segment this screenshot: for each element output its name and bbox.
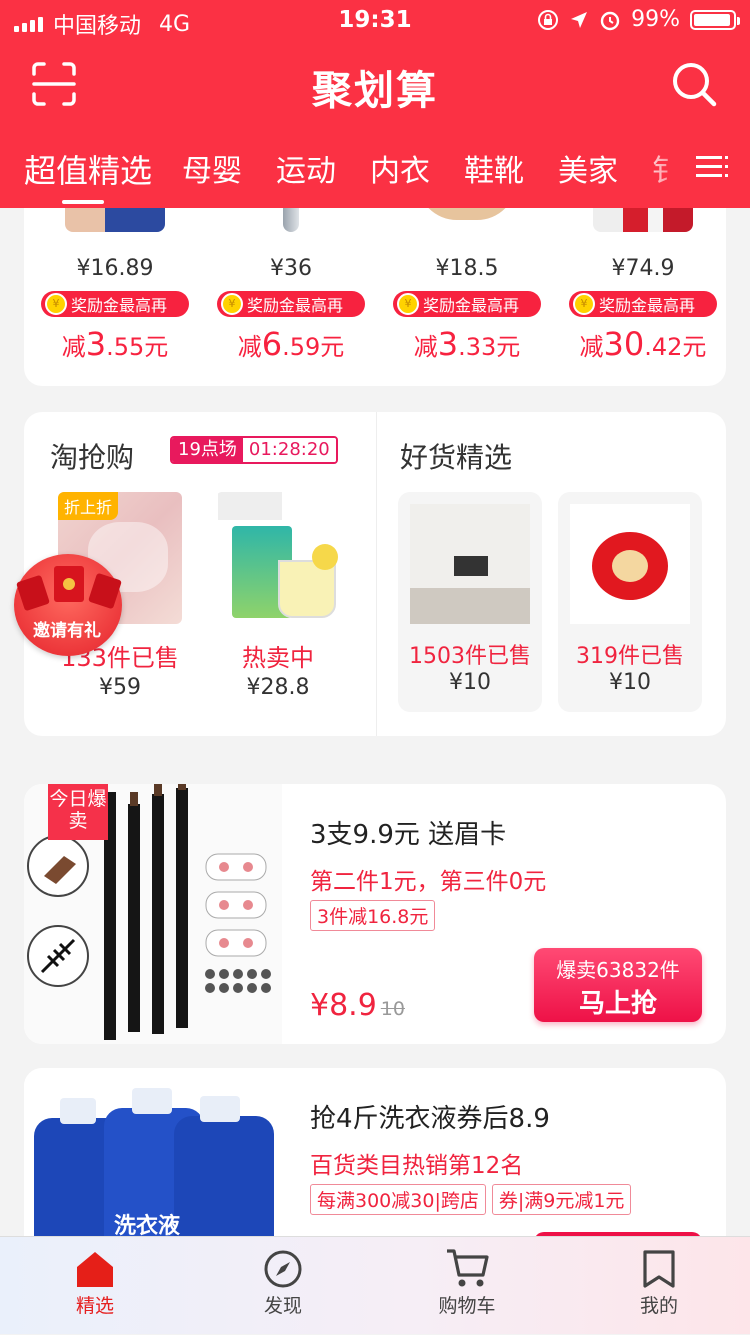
active-tab-indicator	[62, 200, 104, 204]
coin-icon: ¥	[221, 293, 243, 315]
rebate-amount: 减3.55元	[61, 325, 169, 363]
item-price: ¥28.8	[246, 675, 310, 700]
app-header: 聚划算	[0, 42, 750, 126]
taoqiang-item[interactable]: 热卖中 ¥28.8	[216, 492, 340, 700]
rebate-pill: ¥ 奖励金最高再	[569, 291, 717, 317]
sold-count: 319件已售	[576, 644, 684, 669]
tab-xiexue[interactable]: 鞋靴	[464, 146, 524, 190]
rebate-pill: ¥ 奖励金最高再	[41, 291, 189, 317]
product-desc: 百货类目热销第12名	[310, 1153, 524, 1179]
haohuo-item[interactable]: 1503件已售 ¥10	[398, 492, 542, 712]
promo-tag: 每满300减30|跨店	[310, 1184, 486, 1215]
alarm-icon	[600, 11, 620, 30]
tab-chaozhi[interactable]: 超值精选	[24, 146, 152, 192]
promo-tags: 每满300减30|跨店 券|满9元减1元	[310, 1184, 632, 1215]
location-icon	[571, 11, 588, 28]
product-desc: 第二件1元，第三件0元	[310, 869, 547, 895]
countdown-timer: 01:28:20	[242, 438, 336, 462]
rebate-pill: ¥ 奖励金最高再	[217, 291, 365, 317]
tabbar-label: 我的	[639, 1295, 678, 1317]
product-image	[410, 504, 530, 624]
category-tabs: 超值精选 母婴 运动 内衣 鞋靴 美家 钅	[0, 126, 750, 208]
taoqiang-title[interactable]: 淘抢购	[50, 436, 134, 476]
invite-badge[interactable]: 邀请有礼	[8, 550, 126, 658]
item-price: ¥10	[449, 670, 491, 695]
product-title: 3支9.9元 送眉卡	[310, 820, 507, 850]
product-price: ¥18.5	[435, 256, 499, 281]
today-hot-tag: 今日爆卖	[48, 784, 108, 840]
buy-now-button[interactable]: 爆卖63832件 马上抢	[534, 948, 702, 1022]
buy-label: 马上抢	[578, 989, 657, 1019]
tab-muying[interactable]: 母婴	[182, 146, 242, 190]
bookmark-icon	[643, 1250, 675, 1288]
rebate-pill: ¥ 奖励金最高再	[393, 291, 541, 317]
original-price: 10	[380, 998, 405, 1020]
rebate-product-row: ¥16.89 ¥ 奖励金最高再 减3.55元 ¥36 ¥ 奖励金最高再 减6.59元…	[24, 180, 726, 386]
zheshangzhe-tag: 折上折	[58, 492, 119, 520]
flash-sale-card: 淘抢购 19点场 01:28:20 折上折 133件已售 ¥59 热卖中 ¥28…	[24, 412, 726, 736]
session-countdown: 19点场 01:28:20	[170, 436, 338, 464]
search-icon[interactable]	[670, 60, 718, 108]
tabbar-gouwuche[interactable]: 购物车	[402, 1237, 532, 1335]
rebate-amount: 减6.59元	[237, 325, 345, 363]
item-price: ¥59	[99, 675, 141, 700]
battery-icon	[690, 9, 740, 30]
coin-icon: ¥	[397, 293, 419, 315]
battery-percent: 99%	[631, 7, 680, 32]
sold-count: 爆卖63832件	[556, 958, 680, 982]
home-icon	[77, 1252, 113, 1287]
product-price: ¥74.9	[611, 256, 675, 281]
cart-icon	[447, 1249, 489, 1287]
product-image	[570, 504, 690, 624]
red-envelope-icon	[16, 566, 122, 611]
promo-tags: 3件减16.8元	[310, 900, 436, 931]
tabbar-faxian[interactable]: 发现	[218, 1237, 348, 1335]
tabbar-label: 精选	[75, 1295, 114, 1317]
product-price: ¥8.9 10	[310, 988, 405, 1023]
rebate-amount: 减30.42元	[579, 325, 707, 363]
coin-icon: ¥	[573, 293, 595, 315]
tabbar-jingxuan[interactable]: 精选	[30, 1237, 160, 1335]
tabbar-label: 购物车	[438, 1295, 496, 1317]
rotation-lock-icon	[538, 9, 559, 30]
rebate-amount: 减3.33元	[413, 325, 521, 363]
tabbar-label: 发现	[263, 1295, 302, 1317]
promo-tag: 3件减16.8元	[310, 900, 436, 931]
bottom-tab-bar: 精选 发现 购物车 我的	[0, 1236, 750, 1334]
product-price: ¥16.89	[76, 256, 154, 281]
tab-meijia[interactable]: 美家	[558, 146, 618, 190]
coin-icon: ¥	[45, 293, 67, 315]
tab-neiyi[interactable]: 内衣	[370, 146, 430, 190]
product-card[interactable]: 今日爆卖 3支9.9元 送眉卡 第二件1元，第三件0元 3件减16.8元 ¥8.…	[24, 784, 726, 1044]
session-label: 19点场	[172, 438, 243, 462]
sold-count: 1503件已售	[409, 644, 531, 669]
menu-icon[interactable]	[696, 154, 728, 180]
product-title: 抢4斤洗衣液券后8.9	[310, 1104, 550, 1134]
haohuo-title[interactable]: 好货精选	[400, 436, 512, 476]
item-price: ¥10	[609, 670, 651, 695]
tabbar-wode[interactable]: 我的	[594, 1237, 724, 1335]
page-title: 聚划算	[312, 68, 438, 114]
promo-tag: 券|满9元减1元	[491, 1184, 632, 1215]
status-bar: 中国移动 4G 19:31 99%	[0, 0, 750, 42]
product-price: ¥36	[270, 256, 312, 281]
haohuo-item[interactable]: 319件已售 ¥10	[558, 492, 702, 712]
sold-count: 热卖中	[242, 644, 314, 672]
product-image	[216, 492, 340, 624]
compass-icon	[264, 1250, 302, 1288]
tab-yundong[interactable]: 运动	[276, 146, 336, 190]
invite-label: 邀请有礼	[33, 621, 101, 641]
